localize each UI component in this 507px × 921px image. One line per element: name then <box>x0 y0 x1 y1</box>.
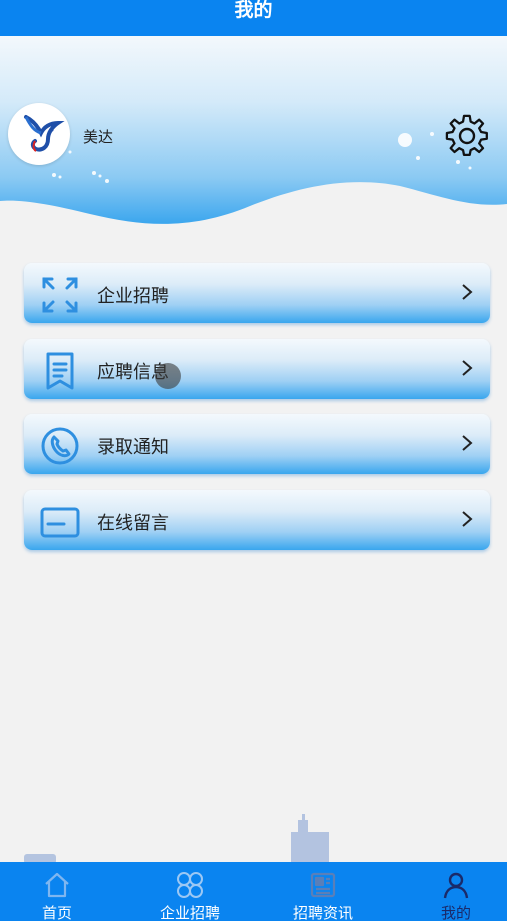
menu-item-admission-notice[interactable]: 录取通知 <box>24 414 490 474</box>
touch-indicator <box>155 363 181 389</box>
tab-label: 招聘资讯 <box>292 904 353 921</box>
tab-label: 我的 <box>440 904 471 921</box>
tab-home[interactable]: 首页 <box>0 862 117 921</box>
chevron-right-icon <box>462 284 473 300</box>
tab-recruitment-news[interactable]: 招聘资讯 <box>263 862 383 921</box>
menu-item-label: 企业招聘 <box>97 286 169 307</box>
document-icon <box>46 352 74 390</box>
tab-enterprise-recruitment[interactable]: 企业招聘 <box>130 862 250 921</box>
username: 美达 <box>83 128 114 146</box>
user-icon <box>443 872 469 899</box>
skyline-decoration <box>24 814 329 864</box>
menu-item-label: 在线留言 <box>97 513 169 534</box>
tab-mine[interactable]: 我的 <box>396 862 507 921</box>
menu-item-online-message[interactable]: 在线留言 <box>24 490 490 550</box>
bottom-tab-bar: 首页 企业招聘 招聘资讯 我的 <box>0 862 507 921</box>
menu-item-application-info[interactable]: 应聘信息 <box>24 339 490 399</box>
chevron-right-icon <box>462 435 473 451</box>
page-title-bar: 我的 <box>0 0 507 36</box>
phone-icon <box>41 427 79 465</box>
page-title: 我的 <box>234 0 273 21</box>
expand-icon <box>42 277 78 313</box>
card-icon <box>40 507 80 538</box>
tab-label: 首页 <box>41 904 72 921</box>
profile-hero-background <box>0 36 507 224</box>
bird-logo-icon <box>24 115 65 152</box>
menu-item-enterprise-recruitment[interactable]: 企业招聘 <box>24 263 490 323</box>
home-icon <box>45 872 69 898</box>
tab-label: 企业招聘 <box>159 904 220 921</box>
grid-icon <box>177 872 203 898</box>
news-icon <box>310 872 336 898</box>
chevron-right-icon <box>462 360 473 376</box>
chevron-right-icon <box>462 511 473 527</box>
avatar[interactable] <box>8 103 70 165</box>
menu-item-label: 录取通知 <box>97 437 169 458</box>
gear-icon[interactable] <box>445 114 489 158</box>
